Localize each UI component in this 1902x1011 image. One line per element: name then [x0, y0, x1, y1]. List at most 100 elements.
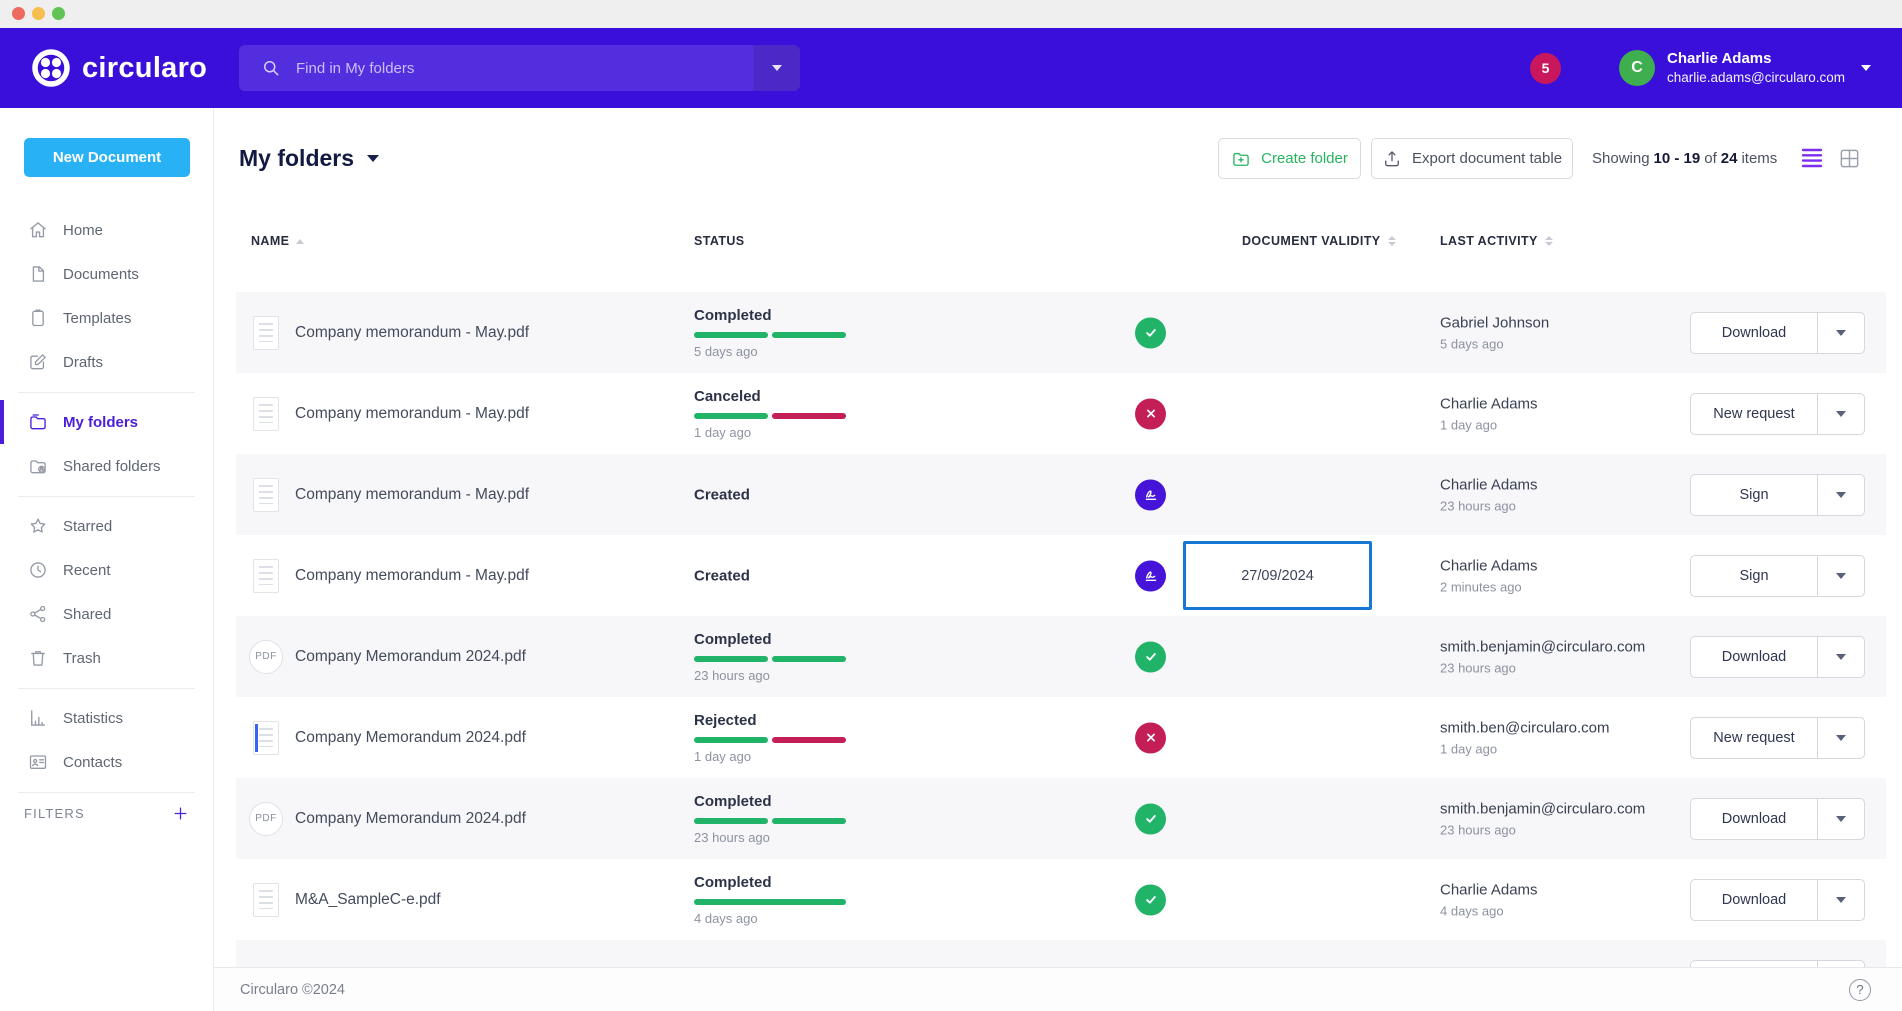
sidebar-item-contacts[interactable]: Contacts [0, 740, 213, 784]
new-document-button[interactable]: New Document [24, 138, 190, 177]
action-dropdown-toggle[interactable] [1818, 880, 1864, 920]
activity-actor: Charlie Adams [1440, 476, 1538, 493]
status-cell: Rejected 1 day ago [694, 712, 846, 764]
search-scope-dropdown[interactable] [754, 45, 800, 91]
table-row[interactable] [236, 940, 1886, 967]
column-header-validity[interactable]: DOCUMENT VALIDITY [1242, 229, 1396, 253]
action-dropdown-toggle[interactable] [1818, 556, 1864, 596]
status-check-icon [1135, 803, 1166, 834]
new-request-button[interactable]: New request [1691, 718, 1818, 758]
shared-folder-icon [28, 456, 48, 476]
signing-progress-bar [694, 656, 846, 662]
export-icon [1382, 149, 1402, 169]
search-input[interactable]: Find in My folders [239, 45, 800, 91]
column-header-name[interactable]: NAME [251, 229, 304, 253]
user-avatar[interactable]: C [1619, 50, 1655, 86]
chevron-down-icon [1836, 735, 1846, 741]
column-header-activity[interactable]: LAST ACTIVITY [1440, 229, 1553, 253]
add-filter-button[interactable] [172, 805, 189, 822]
sidebar-item-documents[interactable]: Documents [0, 252, 213, 296]
sidebar-item-trash[interactable]: Trash [0, 636, 213, 680]
progress-segment [772, 656, 846, 662]
sidebar-item-statistics[interactable]: Statistics [0, 696, 213, 740]
progress-segment [772, 818, 846, 824]
activity-time: 2 minutes ago [1440, 579, 1538, 594]
window-zoom-button[interactable] [52, 7, 65, 20]
table-row[interactable]: Company memorandum - May.pdf Created Cha… [236, 454, 1886, 535]
action-dropdown-toggle[interactable] [1818, 313, 1864, 353]
table-row[interactable]: Company Memorandum 2024.pdf Rejected 1 d… [236, 697, 1886, 778]
table-row[interactable]: Company memorandum - May.pdf Completed 5… [236, 292, 1886, 373]
chevron-down-icon [1836, 897, 1846, 903]
table-row[interactable]: Company memorandum - May.pdf Canceled 1 … [236, 373, 1886, 454]
sidebar-item-home[interactable]: Home [0, 208, 213, 252]
new-request-button[interactable]: New request [1691, 394, 1818, 434]
template-icon [28, 308, 48, 328]
filters-label: FILTERS [24, 806, 85, 821]
status-cross-icon [1135, 722, 1166, 753]
last-activity-cell: Charlie Adams 1 day ago [1440, 395, 1538, 432]
table-row[interactable]: PDF Company Memorandum 2024.pdf Complete… [236, 616, 1886, 697]
action-dropdown-toggle[interactable] [1818, 475, 1864, 515]
sign-button[interactable]: Sign [1691, 475, 1818, 515]
action-dropdown-toggle[interactable] [1818, 637, 1864, 677]
clock-icon [28, 560, 48, 580]
notifications-badge[interactable]: 5 [1530, 53, 1561, 84]
user-menu-chevron-icon[interactable] [1861, 65, 1871, 71]
status-time: 23 hours ago [694, 668, 846, 683]
last-activity-cell: smith.benjamin@circularo.com 23 hours ag… [1440, 638, 1645, 675]
activity-actor: smith.ben@circularo.com [1440, 719, 1609, 736]
activity-actor: Charlie Adams [1440, 881, 1538, 898]
grid-view-button[interactable] [1838, 147, 1861, 170]
status-label: Completed [694, 793, 846, 810]
action-split-button: Download [1690, 798, 1865, 840]
download-button[interactable]: Download [1691, 313, 1818, 353]
document-name[interactable]: Company memorandum - May.pdf [295, 486, 529, 504]
table-row[interactable]: PDF Company Memorandum 2024.pdf Complete… [236, 778, 1886, 859]
document-name[interactable]: M&A_SampleC-e.pdf [295, 891, 441, 909]
download-button[interactable]: Download [1691, 637, 1818, 677]
action-dropdown-toggle[interactable] [1818, 394, 1864, 434]
document-name[interactable]: Company memorandum - May.pdf [295, 567, 529, 585]
sidebar-item-shared-folders[interactable]: Shared folders [0, 444, 213, 488]
sidebar-item-starred[interactable]: Starred [0, 504, 213, 548]
sidebar-item-my-folders[interactable]: My folders [0, 400, 213, 444]
window-close-button[interactable] [12, 7, 25, 20]
progress-segment [694, 656, 768, 662]
action-dropdown-toggle[interactable] [1818, 799, 1864, 839]
column-header-status[interactable]: STATUS [694, 229, 745, 253]
help-button[interactable]: ? [1849, 979, 1871, 1001]
activity-actor: smith.benjamin@circularo.com [1440, 638, 1645, 655]
user-menu[interactable]: Charlie Adams charlie.adams@circularo.co… [1667, 49, 1845, 86]
sidebar-item-recent[interactable]: Recent [0, 548, 213, 592]
progress-segment [694, 413, 768, 419]
brand[interactable]: circularo [31, 28, 207, 108]
document-name[interactable]: Company Memorandum 2024.pdf [295, 729, 526, 747]
sign-button[interactable]: Sign [1691, 556, 1818, 596]
document-name[interactable]: Company memorandum - May.pdf [295, 324, 529, 342]
create-folder-label: Create folder [1261, 150, 1348, 167]
download-button[interactable]: Download [1691, 880, 1818, 920]
create-folder-button[interactable]: Create folder [1218, 138, 1361, 179]
document-name[interactable]: Company memorandum - May.pdf [295, 405, 529, 423]
action-dropdown-toggle[interactable] [1818, 718, 1864, 758]
document-name[interactable]: Company Memorandum 2024.pdf [295, 810, 526, 828]
list-view-button[interactable] [1800, 147, 1824, 169]
sidebar-item-drafts[interactable]: Drafts [0, 340, 213, 384]
status-sign-icon [1135, 479, 1166, 510]
sidebar-item-label: Templates [63, 310, 131, 327]
table-row[interactable]: M&A_SampleC-e.pdf Completed 4 days ago C… [236, 859, 1886, 940]
sidebar-item-shared[interactable]: Shared [0, 592, 213, 636]
document-thumbnail-icon [253, 316, 279, 350]
window-minimize-button[interactable] [32, 7, 45, 20]
table-row[interactable]: Company memorandum - May.pdf Created 27/… [236, 535, 1886, 616]
document-name[interactable]: Company Memorandum 2024.pdf [295, 648, 526, 666]
sidebar-item-templates[interactable]: Templates [0, 296, 213, 340]
status-time: 23 hours ago [694, 830, 846, 845]
validity-date[interactable]: 27/09/2024 [1183, 541, 1372, 610]
download-button[interactable]: Download [1691, 799, 1818, 839]
page-title-dropdown[interactable]: My folders [239, 138, 379, 179]
activity-actor: Gabriel Johnson [1440, 314, 1549, 331]
activity-actor: Charlie Adams [1440, 395, 1538, 412]
export-table-button[interactable]: Export document table [1371, 138, 1573, 179]
